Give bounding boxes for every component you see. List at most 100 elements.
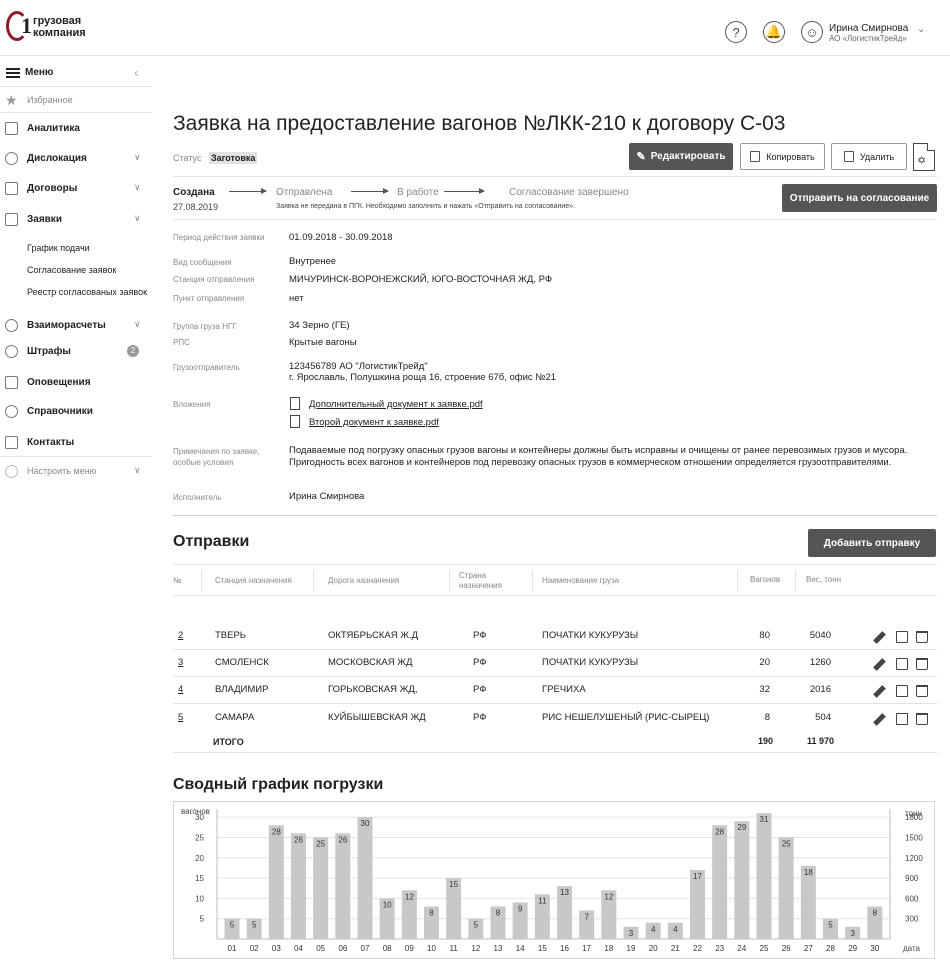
help-icon[interactable]: ?: [725, 21, 747, 43]
step-sent: Отправлена: [276, 187, 333, 198]
copy-icon[interactable]: [896, 658, 908, 670]
field-value-rps: Крытые вагоны: [289, 337, 357, 348]
y2-tick-label: 1800: [905, 813, 923, 822]
divider: [0, 456, 152, 457]
sidebar-item-configure[interactable]: Настроить меню ∨: [5, 464, 147, 480]
sidebar-item-favorites[interactable]: ★ Избранное: [5, 92, 147, 109]
pencil-icon[interactable]: [873, 713, 886, 726]
sidebar-item-settlements[interactable]: Взаиморасчеты ∨: [5, 318, 147, 334]
sidebar-item-analytics[interactable]: Аналитика: [5, 121, 147, 137]
sidebar-item-label: Оповещения: [27, 377, 91, 388]
chevron-down-icon[interactable]: ∨: [134, 182, 141, 193]
arrow-right-icon: [351, 188, 389, 194]
copy-icon[interactable]: [896, 631, 908, 643]
status-badge: Заготовка: [209, 152, 258, 164]
cell-num[interactable]: 3: [178, 657, 183, 668]
divider: [173, 219, 937, 220]
menu-header[interactable]: Меню ‹: [6, 65, 146, 81]
copy-button[interactable]: Копировать: [740, 143, 825, 170]
cell-cargo: ГРЕЧИХА: [542, 684, 586, 695]
chevron-down-icon[interactable]: ∨: [134, 213, 141, 224]
field-label-shipper: Грузоотправитель: [173, 363, 240, 372]
user-name[interactable]: Ирина Смирнова: [829, 23, 908, 34]
total-wagons: 190: [758, 736, 774, 746]
copy-button-label: Копировать: [766, 151, 815, 162]
attachment-link-1[interactable]: Дополнительный документ к заявке.pdf: [309, 398, 483, 411]
y-tick-label: 10: [195, 894, 204, 903]
x-tick-label: 12: [471, 944, 480, 953]
sidebar-item-fines[interactable]: Штрафы 2: [5, 344, 147, 360]
copy-icon[interactable]: [896, 713, 908, 725]
hamburger-icon[interactable]: [6, 68, 20, 78]
field-value-period: 01.09.2018 - 30.09.2018: [289, 232, 393, 243]
sidebar-subitem-schedule[interactable]: График подачи: [27, 243, 90, 253]
cell-road: КУЙБЫШЕВСКАЯ ЖД: [328, 712, 426, 723]
sidebar-item-label: Штрафы: [27, 346, 71, 357]
pdf-export-icon[interactable]: ✡: [913, 143, 935, 171]
y-tick-label: 25: [195, 833, 204, 842]
sidebar-item-label: Заявки: [27, 214, 62, 225]
user-avatar-icon[interactable]: ☺: [801, 21, 823, 43]
trash-icon[interactable]: [916, 631, 928, 643]
cell-num[interactable]: 5: [178, 712, 183, 723]
column-separator: [201, 570, 202, 592]
field-label-rps: РПС: [173, 338, 190, 347]
sidebar-item-contacts[interactable]: Контакты: [5, 435, 147, 451]
send-for-approval-button[interactable]: Отправить на согласование: [782, 184, 937, 212]
field-value-notes-2: Пригодность всех вагонов и контейнеров п…: [289, 457, 892, 468]
company-logo[interactable]: 1 грузовая компания: [6, 11, 86, 47]
trash-icon[interactable]: [916, 685, 928, 697]
shipments-title: Отправки: [173, 533, 250, 550]
sidebar-subitem-registry[interactable]: Реестр согласованых заявок: [27, 287, 147, 297]
bar-data-label: 15: [449, 880, 458, 889]
bar-data-label: 30: [361, 819, 370, 828]
bell-icon[interactable]: 🔔: [763, 21, 785, 43]
pencil-icon[interactable]: [873, 658, 886, 671]
sidebar-item-label: Взаиморасчеты: [27, 320, 106, 331]
cell-num[interactable]: 4: [178, 684, 183, 695]
sidebar-subitem-approval[interactable]: Согласование заявок: [27, 265, 116, 275]
x-tick-label: 22: [693, 944, 702, 953]
column-separator: [532, 570, 533, 592]
field-label-notes: Примечания по заявке,: [173, 447, 260, 456]
bar-data-label: 4: [651, 925, 656, 934]
chevron-down-icon[interactable]: ∨: [134, 152, 141, 163]
add-shipment-button[interactable]: Добавить отправку: [808, 529, 936, 557]
pencil-icon[interactable]: [873, 631, 886, 644]
chevron-down-icon[interactable]: ∨: [134, 465, 141, 476]
x-tick-label: 21: [671, 944, 680, 953]
sidebar-item-references[interactable]: Справочники: [5, 404, 147, 420]
y-tick-label: 5: [200, 915, 205, 924]
divider: [173, 595, 937, 596]
chevron-down-icon[interactable]: ⌄: [917, 24, 925, 35]
copy-icon[interactable]: [896, 685, 908, 697]
trash-icon[interactable]: [916, 658, 928, 670]
attachment-link-2[interactable]: Второй документ к заявке.pdf: [309, 416, 439, 429]
bar-data-label: 7: [584, 913, 589, 922]
pdf-file-icon: [290, 415, 300, 428]
row-divider: [173, 649, 937, 650]
x-tick-label: 03: [272, 944, 281, 953]
sidebar-item-requests[interactable]: Заявки ∨: [5, 212, 147, 228]
trash-icon[interactable]: [916, 713, 928, 725]
divider: [173, 176, 937, 177]
created-date: 27.08.2019: [173, 202, 219, 212]
delete-button[interactable]: Удалить: [831, 143, 907, 170]
edit-button[interactable]: ✎ Редактировать: [629, 143, 733, 170]
sidebar-item-notifications[interactable]: Оповещения: [5, 375, 147, 391]
sidebar-item-contracts[interactable]: Договоры ∨: [5, 181, 147, 197]
chevron-left-icon[interactable]: ‹: [134, 65, 138, 80]
x-tick-label: 05: [316, 944, 325, 953]
sidebar-item-label: Аналитика: [27, 123, 80, 134]
total-label: ИТОГО: [213, 737, 244, 747]
chevron-down-icon[interactable]: ∨: [134, 319, 141, 330]
column-separator: [449, 570, 450, 592]
col-header-road: Дорога назначения: [328, 576, 400, 585]
bar-data-label: 5: [252, 921, 257, 930]
sidebar-item-dislocation[interactable]: Дислокация ∨: [5, 151, 147, 167]
cell-num[interactable]: 2: [178, 630, 183, 641]
chart-bar: [734, 821, 750, 939]
field-label-cargo: Группа груза НГГ: [173, 322, 237, 331]
field-label-executor: Исполнитель: [173, 493, 222, 502]
pencil-icon[interactable]: [873, 685, 886, 698]
